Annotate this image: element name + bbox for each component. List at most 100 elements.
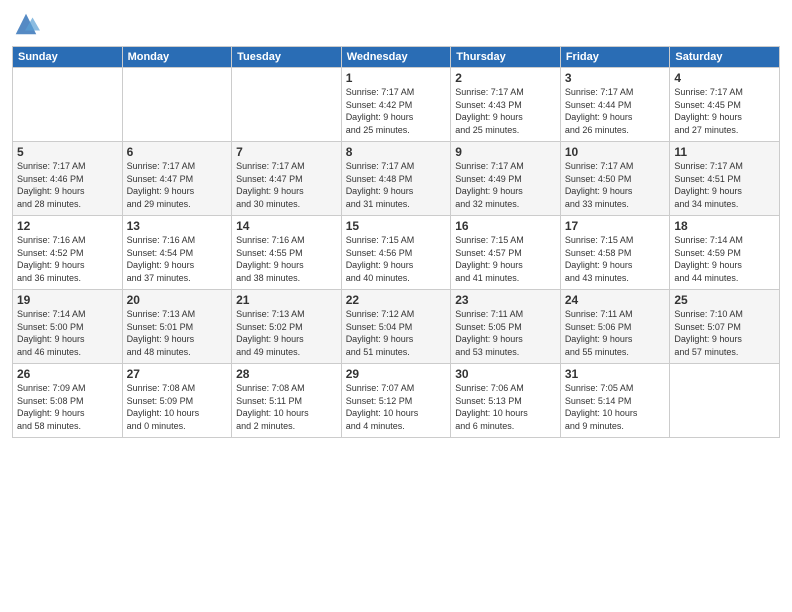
day-info: Sunrise: 7:13 AM Sunset: 5:01 PM Dayligh…: [127, 308, 228, 358]
calendar-cell: 4Sunrise: 7:17 AM Sunset: 4:45 PM Daylig…: [670, 68, 780, 142]
day-number: 15: [346, 219, 447, 233]
day-info: Sunrise: 7:14 AM Sunset: 4:59 PM Dayligh…: [674, 234, 775, 284]
day-info: Sunrise: 7:13 AM Sunset: 5:02 PM Dayligh…: [236, 308, 337, 358]
page-header: [12, 10, 780, 38]
calendar-table: SundayMondayTuesdayWednesdayThursdayFrid…: [12, 46, 780, 438]
day-info: Sunrise: 7:06 AM Sunset: 5:13 PM Dayligh…: [455, 382, 556, 432]
day-number: 12: [17, 219, 118, 233]
calendar-cell: 16Sunrise: 7:15 AM Sunset: 4:57 PM Dayli…: [451, 216, 561, 290]
calendar-cell: 20Sunrise: 7:13 AM Sunset: 5:01 PM Dayli…: [122, 290, 232, 364]
day-info: Sunrise: 7:14 AM Sunset: 5:00 PM Dayligh…: [17, 308, 118, 358]
day-info: Sunrise: 7:15 AM Sunset: 4:57 PM Dayligh…: [455, 234, 556, 284]
calendar-cell: 24Sunrise: 7:11 AM Sunset: 5:06 PM Dayli…: [560, 290, 670, 364]
calendar-cell: 12Sunrise: 7:16 AM Sunset: 4:52 PM Dayli…: [13, 216, 123, 290]
logo-icon: [12, 10, 40, 38]
calendar-cell: 6Sunrise: 7:17 AM Sunset: 4:47 PM Daylig…: [122, 142, 232, 216]
day-number: 30: [455, 367, 556, 381]
page-container: SundayMondayTuesdayWednesdayThursdayFrid…: [0, 0, 792, 612]
day-info: Sunrise: 7:17 AM Sunset: 4:46 PM Dayligh…: [17, 160, 118, 210]
day-number: 13: [127, 219, 228, 233]
day-number: 31: [565, 367, 666, 381]
day-info: Sunrise: 7:17 AM Sunset: 4:47 PM Dayligh…: [236, 160, 337, 210]
day-info: Sunrise: 7:15 AM Sunset: 4:58 PM Dayligh…: [565, 234, 666, 284]
day-number: 9: [455, 145, 556, 159]
weekday-header: Wednesday: [341, 47, 451, 68]
calendar-cell: 10Sunrise: 7:17 AM Sunset: 4:50 PM Dayli…: [560, 142, 670, 216]
day-info: Sunrise: 7:16 AM Sunset: 4:54 PM Dayligh…: [127, 234, 228, 284]
day-number: 20: [127, 293, 228, 307]
calendar-cell: 23Sunrise: 7:11 AM Sunset: 5:05 PM Dayli…: [451, 290, 561, 364]
weekday-header: Thursday: [451, 47, 561, 68]
day-info: Sunrise: 7:17 AM Sunset: 4:51 PM Dayligh…: [674, 160, 775, 210]
day-info: Sunrise: 7:17 AM Sunset: 4:47 PM Dayligh…: [127, 160, 228, 210]
day-info: Sunrise: 7:12 AM Sunset: 5:04 PM Dayligh…: [346, 308, 447, 358]
calendar-cell: 26Sunrise: 7:09 AM Sunset: 5:08 PM Dayli…: [13, 364, 123, 438]
calendar-cell: 25Sunrise: 7:10 AM Sunset: 5:07 PM Dayli…: [670, 290, 780, 364]
day-info: Sunrise: 7:16 AM Sunset: 4:55 PM Dayligh…: [236, 234, 337, 284]
day-number: 19: [17, 293, 118, 307]
calendar-cell: 15Sunrise: 7:15 AM Sunset: 4:56 PM Dayli…: [341, 216, 451, 290]
day-info: Sunrise: 7:11 AM Sunset: 5:05 PM Dayligh…: [455, 308, 556, 358]
day-number: 23: [455, 293, 556, 307]
day-info: Sunrise: 7:17 AM Sunset: 4:49 PM Dayligh…: [455, 160, 556, 210]
day-info: Sunrise: 7:17 AM Sunset: 4:50 PM Dayligh…: [565, 160, 666, 210]
calendar-cell: [232, 68, 342, 142]
calendar-cell: 13Sunrise: 7:16 AM Sunset: 4:54 PM Dayli…: [122, 216, 232, 290]
day-info: Sunrise: 7:08 AM Sunset: 5:11 PM Dayligh…: [236, 382, 337, 432]
weekday-header: Tuesday: [232, 47, 342, 68]
calendar-cell: 14Sunrise: 7:16 AM Sunset: 4:55 PM Dayli…: [232, 216, 342, 290]
calendar-cell: 18Sunrise: 7:14 AM Sunset: 4:59 PM Dayli…: [670, 216, 780, 290]
logo: [12, 10, 44, 38]
calendar-week-row: 1Sunrise: 7:17 AM Sunset: 4:42 PM Daylig…: [13, 68, 780, 142]
calendar-week-row: 5Sunrise: 7:17 AM Sunset: 4:46 PM Daylig…: [13, 142, 780, 216]
day-number: 14: [236, 219, 337, 233]
calendar-header-row: SundayMondayTuesdayWednesdayThursdayFrid…: [13, 47, 780, 68]
day-number: 7: [236, 145, 337, 159]
day-number: 24: [565, 293, 666, 307]
day-info: Sunrise: 7:07 AM Sunset: 5:12 PM Dayligh…: [346, 382, 447, 432]
calendar-cell: 7Sunrise: 7:17 AM Sunset: 4:47 PM Daylig…: [232, 142, 342, 216]
day-info: Sunrise: 7:09 AM Sunset: 5:08 PM Dayligh…: [17, 382, 118, 432]
calendar-cell: 28Sunrise: 7:08 AM Sunset: 5:11 PM Dayli…: [232, 364, 342, 438]
calendar-cell: 19Sunrise: 7:14 AM Sunset: 5:00 PM Dayli…: [13, 290, 123, 364]
calendar-cell: 17Sunrise: 7:15 AM Sunset: 4:58 PM Dayli…: [560, 216, 670, 290]
day-info: Sunrise: 7:08 AM Sunset: 5:09 PM Dayligh…: [127, 382, 228, 432]
day-info: Sunrise: 7:05 AM Sunset: 5:14 PM Dayligh…: [565, 382, 666, 432]
day-number: 8: [346, 145, 447, 159]
calendar-cell: 8Sunrise: 7:17 AM Sunset: 4:48 PM Daylig…: [341, 142, 451, 216]
calendar-cell: 30Sunrise: 7:06 AM Sunset: 5:13 PM Dayli…: [451, 364, 561, 438]
day-number: 25: [674, 293, 775, 307]
calendar-cell: 22Sunrise: 7:12 AM Sunset: 5:04 PM Dayli…: [341, 290, 451, 364]
day-number: 22: [346, 293, 447, 307]
calendar-cell: [13, 68, 123, 142]
calendar-cell: [122, 68, 232, 142]
weekday-header: Saturday: [670, 47, 780, 68]
day-number: 4: [674, 71, 775, 85]
day-number: 29: [346, 367, 447, 381]
day-number: 28: [236, 367, 337, 381]
day-number: 10: [565, 145, 666, 159]
day-info: Sunrise: 7:17 AM Sunset: 4:45 PM Dayligh…: [674, 86, 775, 136]
day-number: 18: [674, 219, 775, 233]
day-number: 6: [127, 145, 228, 159]
day-info: Sunrise: 7:17 AM Sunset: 4:48 PM Dayligh…: [346, 160, 447, 210]
day-info: Sunrise: 7:11 AM Sunset: 5:06 PM Dayligh…: [565, 308, 666, 358]
calendar-cell: 29Sunrise: 7:07 AM Sunset: 5:12 PM Dayli…: [341, 364, 451, 438]
calendar-cell: 9Sunrise: 7:17 AM Sunset: 4:49 PM Daylig…: [451, 142, 561, 216]
day-number: 26: [17, 367, 118, 381]
calendar-cell: 11Sunrise: 7:17 AM Sunset: 4:51 PM Dayli…: [670, 142, 780, 216]
calendar-cell: 31Sunrise: 7:05 AM Sunset: 5:14 PM Dayli…: [560, 364, 670, 438]
day-number: 16: [455, 219, 556, 233]
day-number: 21: [236, 293, 337, 307]
calendar-cell: 21Sunrise: 7:13 AM Sunset: 5:02 PM Dayli…: [232, 290, 342, 364]
day-info: Sunrise: 7:16 AM Sunset: 4:52 PM Dayligh…: [17, 234, 118, 284]
weekday-header: Friday: [560, 47, 670, 68]
calendar-week-row: 26Sunrise: 7:09 AM Sunset: 5:08 PM Dayli…: [13, 364, 780, 438]
day-number: 17: [565, 219, 666, 233]
calendar-cell: 5Sunrise: 7:17 AM Sunset: 4:46 PM Daylig…: [13, 142, 123, 216]
day-number: 3: [565, 71, 666, 85]
calendar-cell: 27Sunrise: 7:08 AM Sunset: 5:09 PM Dayli…: [122, 364, 232, 438]
calendar-cell: 1Sunrise: 7:17 AM Sunset: 4:42 PM Daylig…: [341, 68, 451, 142]
day-number: 27: [127, 367, 228, 381]
weekday-header: Sunday: [13, 47, 123, 68]
